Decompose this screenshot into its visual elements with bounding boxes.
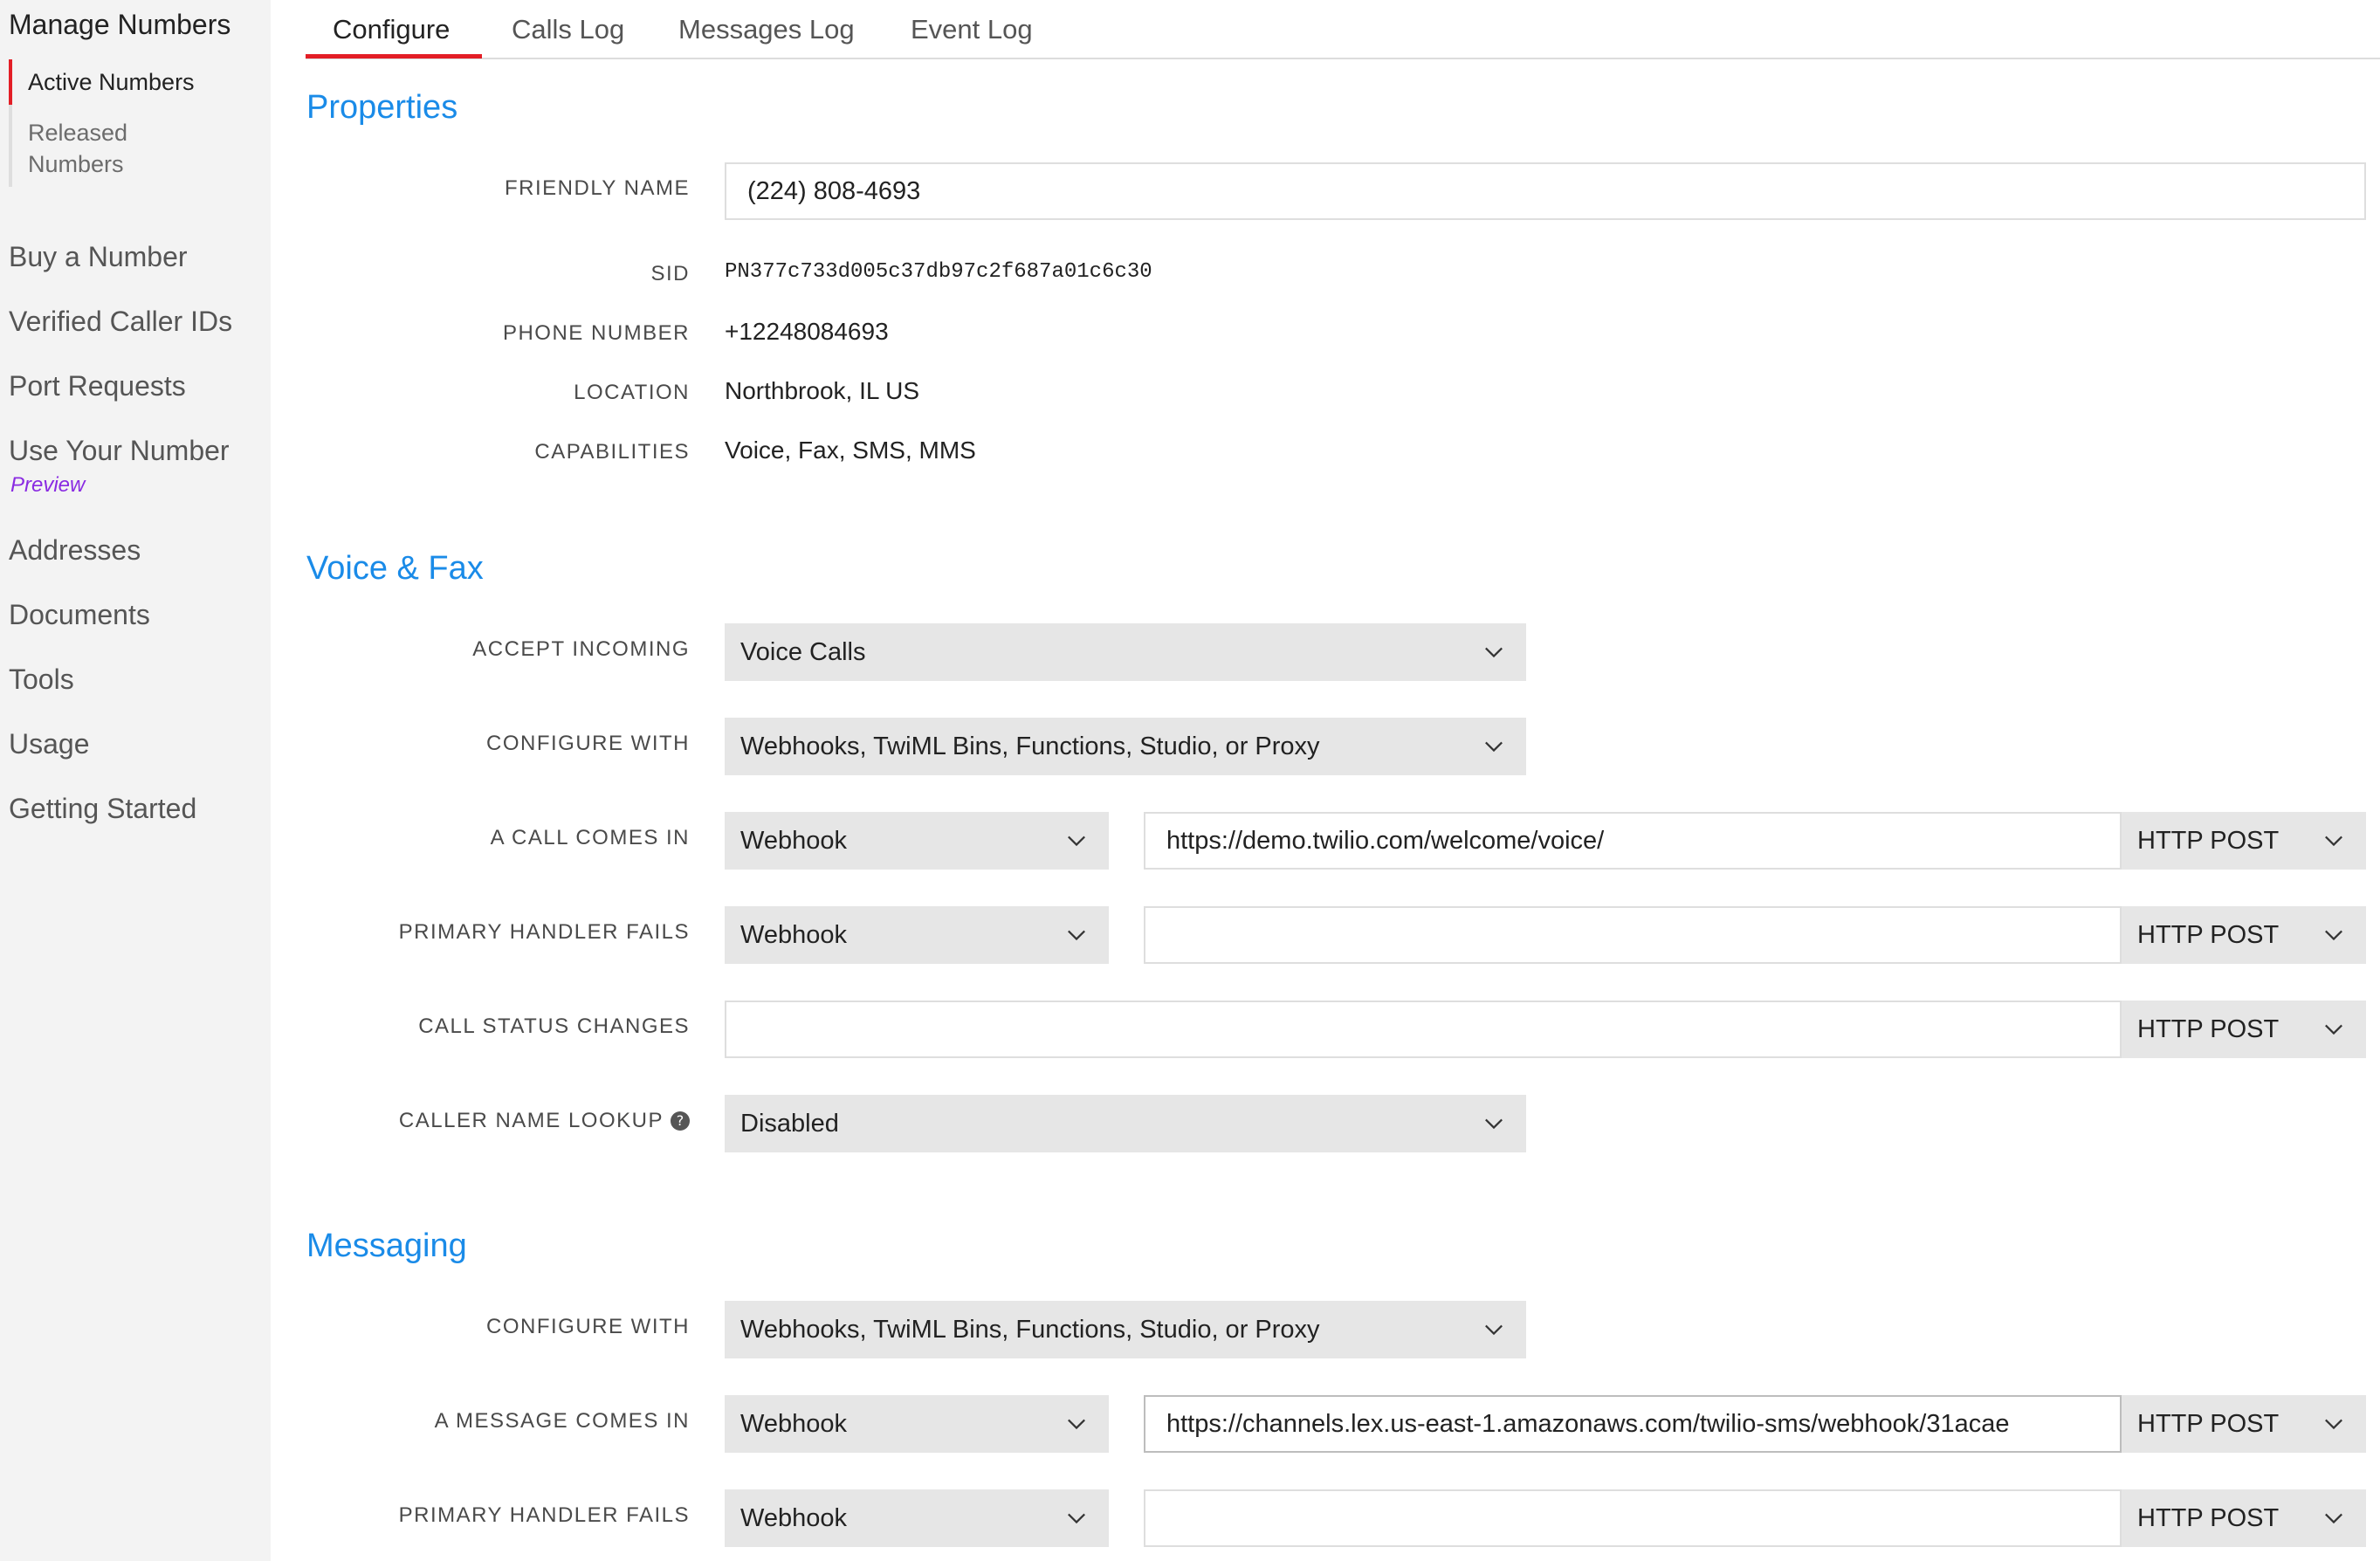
call-comes-in-type-select[interactable]: Webhook	[725, 812, 1109, 870]
voice-primary-fail-type-value: Webhook	[740, 920, 847, 949]
call-comes-in-url-value: https://demo.twilio.com/welcome/voice/	[1166, 826, 1605, 855]
sidebar-item-buy-number[interactable]: Buy a Number	[9, 241, 188, 273]
voice-primary-fail-type-select[interactable]: Webhook	[725, 906, 1109, 964]
chevron-down-icon	[1485, 741, 1503, 753]
messaging-primary-fail-method-value: HTTP POST	[2137, 1503, 2280, 1532]
chevron-down-icon	[1485, 647, 1503, 658]
messaging-primary-fail-method-select[interactable]: HTTP POST	[2122, 1489, 2366, 1547]
friendly-name-value: (224) 808-4693	[747, 176, 921, 205]
location-value: Northbrook, IL US	[725, 377, 920, 404]
caller-name-lookup-label-text: CALLER NAME LOOKUP	[398, 1109, 664, 1132]
call-status-changes-label: CALL STATUS CHANGES	[418, 1014, 690, 1038]
call-comes-in-method-value: HTTP POST	[2137, 826, 2280, 855]
caller-name-lookup-value: Disabled	[740, 1109, 839, 1138]
message-comes-in-method-value: HTTP POST	[2137, 1409, 2280, 1438]
sidebar-item-port-requests[interactable]: Port Requests	[9, 370, 186, 402]
chevron-down-icon	[1068, 1419, 1085, 1430]
message-comes-in-url-value: https://channels.lex.us-east-1.amazonaws…	[1166, 1409, 2010, 1438]
voice-primary-fail-url-input[interactable]	[1144, 906, 2122, 964]
phone-number-label: PHONE NUMBER	[502, 321, 690, 345]
location-label: LOCATION	[574, 381, 690, 404]
message-comes-in-url-input[interactable]: https://channels.lex.us-east-1.amazonaws…	[1144, 1395, 2122, 1453]
chevron-down-icon	[2325, 1419, 2342, 1430]
accept-incoming-label: ACCEPT INCOMING	[472, 637, 690, 661]
voice-configure-with-select[interactable]: Webhooks, TwiML Bins, Functions, Studio,…	[725, 718, 1526, 775]
active-tab-indicator	[306, 54, 482, 58]
accept-incoming-value: Voice Calls	[740, 637, 866, 666]
sid-label: SID	[650, 262, 690, 285]
chevron-down-icon	[2325, 1513, 2342, 1524]
voice-primary-fail-method-value: HTTP POST	[2137, 920, 2280, 949]
chevron-down-icon	[2325, 836, 2342, 847]
sid-value: PN377c733d005c37db97c2f687a01c6c30	[725, 260, 1152, 284]
sidebar-item-use-your-number[interactable]: Use Your Number	[9, 435, 230, 467]
chevron-down-icon	[1485, 1324, 1503, 1336]
messaging-primary-handler-fails-label: PRIMARY HANDLER FAILS	[398, 1503, 690, 1527]
accept-incoming-select[interactable]: Voice Calls	[725, 623, 1526, 681]
sidebar-item-getting-started[interactable]: Getting Started	[9, 793, 196, 825]
voice-primary-fail-method-select[interactable]: HTTP POST	[2122, 906, 2366, 964]
tab-calls-log[interactable]: Calls Log	[512, 14, 624, 45]
sidebar-item-verified-caller-ids[interactable]: Verified Caller IDs	[9, 306, 232, 338]
sidebar-item-released-numbers[interactable]: Released Numbers	[12, 105, 152, 187]
call-comes-in-method-select[interactable]: HTTP POST	[2122, 812, 2366, 870]
call-comes-in-type-value: Webhook	[740, 826, 847, 855]
call-status-method-select[interactable]: HTTP POST	[2122, 1001, 2366, 1058]
chevron-down-icon	[2325, 930, 2342, 941]
sidebar-item-addresses[interactable]: Addresses	[9, 534, 141, 567]
call-comes-in-url-input[interactable]: https://demo.twilio.com/welcome/voice/	[1144, 812, 2122, 870]
call-status-method-value: HTTP POST	[2137, 1014, 2280, 1043]
sidebar-title[interactable]: Manage Numbers	[9, 9, 230, 41]
sidebar-item-tools[interactable]: Tools	[9, 664, 74, 696]
chevron-down-icon	[2325, 1024, 2342, 1035]
tab-bar: Configure Calls Log Messages Log Event L…	[306, 0, 2380, 59]
chevron-down-icon	[1485, 1118, 1503, 1130]
section-title-messaging: Messaging	[306, 1227, 467, 1264]
capabilities-value: Voice, Fax, SMS, MMS	[725, 437, 976, 464]
chevron-down-icon	[1068, 930, 1085, 941]
messaging-configure-with-label: CONFIGURE WITH	[486, 1315, 690, 1338]
messaging-primary-fail-url-input[interactable]	[1144, 1489, 2122, 1547]
messaging-primary-fail-type-value: Webhook	[740, 1503, 847, 1532]
call-status-url-input[interactable]	[725, 1001, 2122, 1058]
chevron-down-icon	[1068, 836, 1085, 847]
call-comes-in-label: A CALL COMES IN	[490, 826, 690, 849]
message-comes-in-type-value: Webhook	[740, 1409, 847, 1438]
voice-configure-with-label: CONFIGURE WITH	[486, 732, 690, 755]
section-title-properties: Properties	[306, 89, 458, 126]
tab-configure[interactable]: Configure	[333, 14, 450, 45]
chevron-down-icon	[1068, 1513, 1085, 1524]
tab-event-log[interactable]: Event Log	[911, 14, 1033, 45]
messaging-configure-with-value: Webhooks, TwiML Bins, Functions, Studio,…	[740, 1315, 1320, 1344]
sidebar-subnav: Active Numbers Released Numbers	[9, 59, 262, 187]
message-comes-in-label: A MESSAGE COMES IN	[434, 1409, 690, 1433]
friendly-name-label: FRIENDLY NAME	[505, 176, 690, 200]
voice-primary-handler-fails-label: PRIMARY HANDLER FAILS	[398, 920, 690, 944]
message-comes-in-type-select[interactable]: Webhook	[725, 1395, 1109, 1453]
capabilities-label: CAPABILITIES	[534, 440, 690, 464]
message-comes-in-method-select[interactable]: HTTP POST	[2122, 1395, 2366, 1453]
preview-badge: Preview	[10, 473, 86, 497]
caller-name-lookup-label: CALLER NAME LOOKUP?	[306, 1109, 690, 1133]
phone-number-value: +12248084693	[725, 318, 889, 345]
sidebar-item-usage[interactable]: Usage	[9, 728, 90, 760]
sidebar: Manage Numbers Active Numbers Released N…	[0, 0, 271, 1561]
messaging-configure-with-select[interactable]: Webhooks, TwiML Bins, Functions, Studio,…	[725, 1301, 1526, 1358]
sidebar-item-documents[interactable]: Documents	[9, 599, 150, 631]
messaging-primary-fail-type-select[interactable]: Webhook	[725, 1489, 1109, 1547]
voice-configure-with-value: Webhooks, TwiML Bins, Functions, Studio,…	[740, 732, 1320, 760]
section-title-voice-fax: Voice & Fax	[306, 550, 484, 587]
tab-messages-log[interactable]: Messages Log	[678, 14, 855, 45]
help-icon[interactable]: ?	[671, 1111, 690, 1131]
caller-name-lookup-select[interactable]: Disabled	[725, 1095, 1526, 1152]
friendly-name-input[interactable]: (224) 808-4693	[725, 162, 2366, 220]
sidebar-item-active-numbers[interactable]: Active Numbers	[9, 59, 262, 105]
